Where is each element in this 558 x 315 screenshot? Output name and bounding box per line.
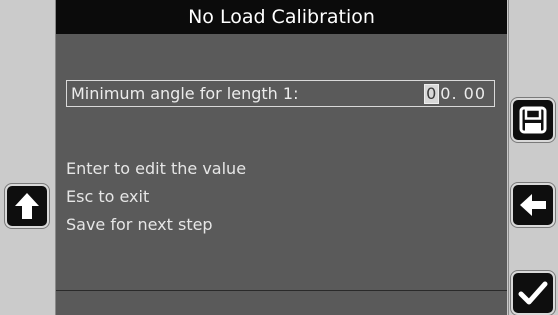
confirm-button[interactable] <box>511 271 555 315</box>
back-button[interactable] <box>511 183 555 227</box>
field-value[interactable]: 0 0. 00 <box>424 83 486 104</box>
field-value-text: 0. 00 <box>440 84 486 103</box>
up-button[interactable] <box>5 184 49 228</box>
edit-cursor: 0 <box>424 83 440 104</box>
field-label: Minimum angle for length 1: <box>71 84 299 103</box>
save-icon <box>519 106 547 134</box>
display-screen: No Load Calibration Minimum angle for le… <box>56 0 507 315</box>
right-bezel <box>508 0 558 315</box>
instruction-line: Save for next step <box>66 215 213 234</box>
up-arrow-icon <box>15 193 39 219</box>
left-bezel <box>0 0 56 315</box>
instruction-line: Esc to exit <box>66 187 150 206</box>
page-title: No Load Calibration <box>188 6 375 28</box>
bottom-divider <box>56 290 507 291</box>
instructions: Enter to edit the value Esc to exit Save… <box>66 155 246 239</box>
checkmark-icon <box>518 281 548 305</box>
left-arrow-icon <box>520 194 546 216</box>
title-bar: No Load Calibration <box>56 0 507 34</box>
save-button[interactable] <box>511 98 555 142</box>
instruction-line: Enter to edit the value <box>66 159 247 178</box>
min-angle-field[interactable]: Minimum angle for length 1: 0 0. 00 <box>66 80 495 107</box>
